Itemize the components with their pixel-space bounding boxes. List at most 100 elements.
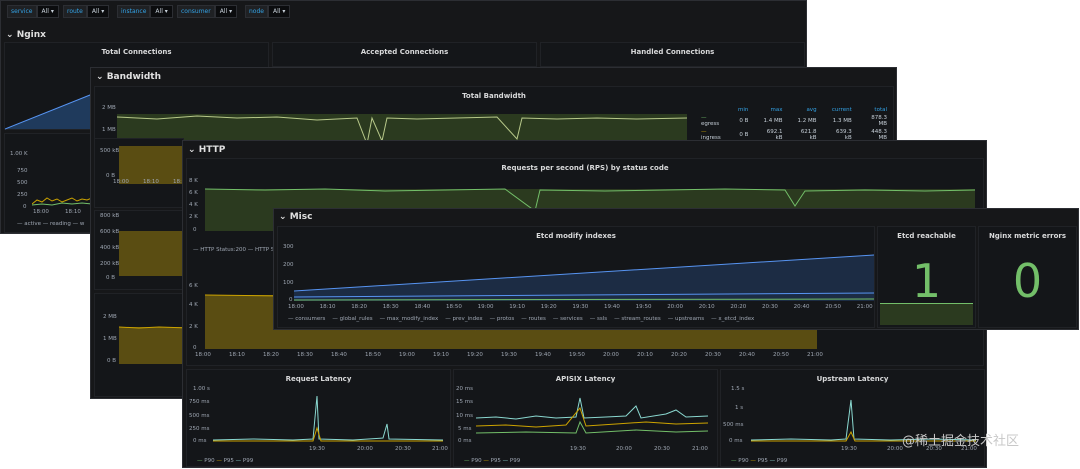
y-tick: 2 MB: [103, 314, 117, 320]
legend-item: reading: [49, 221, 71, 227]
legend-item[interactable]: — ssls: [590, 316, 607, 322]
x-tick: 20:40: [793, 304, 810, 310]
x-tick: 19:00: [477, 304, 494, 310]
variable-select[interactable]: All ▾: [214, 5, 238, 18]
legend-item[interactable]: — stream_routes: [614, 316, 661, 322]
legend-label: consumers: [295, 316, 326, 322]
etcd-reachable-value: 1: [911, 254, 942, 308]
x-tick: 18:00: [33, 209, 49, 215]
legend-label: ssls: [597, 316, 608, 322]
x-tick: 20:00: [887, 446, 903, 452]
legend-item: w: [79, 221, 85, 227]
table-row[interactable]: — egress 0 B 1.4 MB 1.2 MB 1.3 MB 878.3 …: [695, 114, 893, 128]
legend-item: P90: [204, 458, 215, 464]
y-tick: 2 K: [189, 214, 198, 220]
variable-3[interactable]: consumer All ▾: [177, 5, 238, 18]
x-tick: 20:20: [671, 352, 687, 358]
latency-legend: — P90 — P95 — P99: [731, 458, 788, 464]
col-header[interactable]: total: [858, 106, 893, 114]
legend-item[interactable]: — consumers: [288, 316, 325, 322]
legend-item[interactable]: — routes: [521, 316, 546, 322]
cell: 878.3 MB: [871, 115, 887, 127]
chevron-down-icon: ▾: [282, 8, 286, 15]
row-nginx-title: Nginx: [16, 30, 46, 40]
cell: 1.2 MB: [797, 118, 817, 124]
legend-label: prev_index: [452, 316, 483, 322]
row-bandwidth-header[interactable]: ⌄ Bandwidth: [96, 72, 161, 82]
upstream-latency-title: Upstream Latency: [816, 375, 889, 383]
x-tick: 19:30: [572, 304, 589, 310]
y-tick: 500: [17, 180, 28, 186]
row-nginx-header[interactable]: ⌄ Nginx: [6, 30, 46, 40]
y-tick: 1 MB: [102, 127, 116, 133]
variable-2[interactable]: instance All ▾: [117, 5, 173, 18]
variable-select[interactable]: All ▾: [150, 5, 173, 18]
x-tick: 18:50: [446, 304, 462, 310]
col-header[interactable]: min: [732, 106, 754, 114]
bandwidth-panel-3: 2 MB 1 MB 0 B: [94, 293, 189, 397]
row-http-header[interactable]: ⌄ HTTP: [188, 145, 225, 155]
legend-item[interactable]: — x_etcd_index: [711, 316, 754, 322]
row-misc-header[interactable]: ⌄ Misc: [279, 212, 312, 222]
legend-item: P90: [471, 458, 482, 464]
x-tick: 18:00: [288, 304, 304, 310]
variable-4[interactable]: node All ▾: [245, 5, 291, 18]
x-tick: 20:30: [654, 446, 670, 452]
legend-item[interactable]: — protos: [490, 316, 515, 322]
x-tick: 19:20: [467, 352, 483, 358]
variable-key: service: [7, 5, 37, 18]
legend-item[interactable]: — prev_index: [445, 316, 482, 322]
y-tick: 6 K: [189, 283, 198, 289]
x-tick: 20:00: [667, 304, 684, 310]
x-tick: 21:00: [856, 304, 873, 310]
bandwidth-panel-1: 500 kB 0 B 18:00 18:10 18:2: [94, 138, 189, 208]
variable-0[interactable]: service All ▾: [7, 5, 59, 18]
variable-select[interactable]: All ▾: [267, 5, 291, 18]
variable-value: All: [41, 8, 49, 15]
col-header[interactable]: current: [823, 106, 858, 114]
y-tick: 750 ms: [189, 399, 210, 405]
variable-1[interactable]: route All ▾: [63, 5, 110, 18]
variable-select[interactable]: All ▾: [86, 5, 110, 18]
latency-legend: — P90 — P95 — P99: [464, 458, 521, 464]
x-tick: 20:00: [357, 446, 373, 452]
col-header[interactable]: max: [754, 106, 788, 114]
x-tick: 18:00: [113, 179, 129, 185]
x-tick: 19:30: [309, 446, 325, 452]
variable-key: node: [245, 5, 268, 18]
x-tick: 19:10: [509, 304, 526, 310]
x-tick: 18:50: [365, 352, 381, 358]
nginx-metric-errors-value: 0: [1012, 254, 1043, 308]
col-header[interactable]: avg: [788, 106, 822, 114]
variable-value: All: [91, 8, 100, 15]
legend-item[interactable]: — global_rules: [332, 316, 372, 322]
legend-label: x_etcd_index: [718, 316, 755, 322]
x-tick: 18:10: [229, 352, 245, 358]
bandwidth-chart-1: [119, 146, 189, 184]
handled-connections-panel: Handled Connections: [540, 42, 805, 67]
y-tick: 0 ms: [729, 438, 743, 444]
y-tick: 2 MB: [102, 105, 116, 111]
y-tick: 4 K: [189, 302, 198, 308]
y-tick: 800 kB: [100, 213, 120, 219]
legend-item[interactable]: — upstreams: [668, 316, 704, 322]
y-tick: 15 ms: [456, 399, 473, 405]
y-tick: 1.00 K: [10, 151, 28, 157]
x-tick: 19:10: [433, 352, 449, 358]
nginx-metric-errors-title: Nginx metric errors: [988, 232, 1067, 240]
cell: 1.3 MB: [832, 118, 852, 124]
variable-value: All: [272, 8, 281, 15]
variable-select[interactable]: All ▾: [36, 5, 59, 18]
legend-item: P99: [242, 458, 254, 464]
cell: 0 B: [739, 118, 749, 124]
x-tick: 18:40: [331, 352, 347, 358]
chevron-down-icon: ▾: [50, 8, 54, 15]
x-tick: 18:10: [319, 304, 336, 310]
x-tick: 19:30: [841, 446, 857, 452]
legend-item: HTTP S: [254, 247, 275, 253]
y-tick: 250 ms: [189, 426, 210, 432]
legend-item[interactable]: — max_modify_index: [380, 316, 439, 322]
x-tick: 18:30: [382, 304, 399, 310]
legend-item[interactable]: — services: [553, 316, 583, 322]
y-tick: 600 kB: [100, 229, 120, 235]
